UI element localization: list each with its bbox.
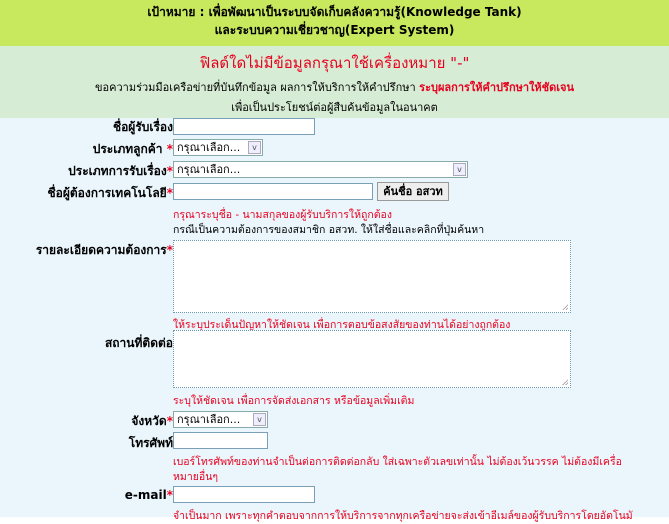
notice-line2-text: ขอความร่วมมือเครือข่ายที่บันทึกข้อมูล ผล… xyxy=(95,81,416,94)
request-form: ชื่อผู้รับเรื่อง ประเภทลูกค้า * กรุณาเลื… xyxy=(0,118,669,522)
receive-type-select[interactable]: กรุณาเลือก... v xyxy=(173,161,468,178)
receiver-input[interactable] xyxy=(173,118,315,135)
province-select[interactable]: กรุณาเลือก... v xyxy=(173,411,268,428)
chevron-down-icon: v xyxy=(253,413,266,426)
phone-label: โทรศัพท์ xyxy=(129,434,173,453)
province-label: จังหวัด* xyxy=(131,412,173,431)
email-input[interactable] xyxy=(173,486,315,503)
phone-hint: เบอร์โทรศัพท์ของท่านจำเป็นต่อการติดต่อกล… xyxy=(173,456,622,468)
notice-line2: ขอความร่วมมือเครือข่ายที่บันทึกข้อมูล ผล… xyxy=(0,78,669,96)
tech-requester-label-text: ชื่อผู้ต้องการเทคโนโลยี xyxy=(47,186,167,200)
notice-title: ฟิลด์ใดไม่มีข้อมูลกรุณาใช้เครื่องหมาย "-… xyxy=(199,54,470,72)
details-label-text: รายละเอียดความต้องการ xyxy=(35,243,167,257)
goal-line2: และระบบความเชี่ยวชาญ(Expert System) xyxy=(214,23,455,37)
notice-line2-emphasis: ระบุผลการให้คำปรึกษาให้ชัดเจน xyxy=(419,81,574,94)
province-value: กรุณาเลือก... xyxy=(177,413,241,426)
notice-line3: เพื่อเป็นประโยชน์ต่อผู้สืบค้นข้อมูลในอนา… xyxy=(231,101,438,114)
tech-requester-label: ชื่อผู้ต้องการเทคโนโลยี* xyxy=(48,184,174,203)
resize-grip-icon[interactable] xyxy=(562,379,568,385)
chevron-down-icon: v xyxy=(248,141,261,154)
receiver-label-text: ชื่อผู้รับเรื่อง xyxy=(112,120,173,134)
receive-type-label-text: ประเภทการรับเรื่อง xyxy=(68,164,167,178)
tech-requester-input[interactable] xyxy=(173,183,373,200)
phone-label-text: โทรศัพท์ xyxy=(128,436,173,450)
phone-input[interactable] xyxy=(173,432,268,449)
details-textarea[interactable] xyxy=(173,240,571,313)
address-hint: ระบุให้ชัดเจน เพื่อการจัดส่งเอกสาร หรือข… xyxy=(173,395,415,407)
email-label: e-mail* xyxy=(125,488,173,502)
province-label-text: จังหวัด xyxy=(131,414,167,428)
customer-type-value: กรุณาเลือก... xyxy=(177,141,241,154)
customer-type-label-text: ประเภทลูกค้า xyxy=(92,142,163,156)
resize-grip-icon[interactable] xyxy=(562,304,568,310)
chevron-down-icon: v xyxy=(453,163,466,176)
goal-line1: เป้าหมาย : เพื่อพัฒนาเป็นระบบจัดเก็บคลัง… xyxy=(147,5,522,19)
receive-type-value: กรุณาเลือก... xyxy=(177,163,241,176)
customer-type-label: ประเภทลูกค้า * xyxy=(93,140,173,159)
address-textarea[interactable] xyxy=(173,330,571,388)
address-label: สถานที่ติดต่อ xyxy=(105,334,173,353)
customer-type-select[interactable]: กรุณาเลือก... v xyxy=(173,139,263,156)
tech-hint-member: กรณีเป็นความต้องการของสมาชิก อสวท. ให้ใส… xyxy=(173,224,485,236)
receive-type-label: ประเภทการรับเรื่อง* xyxy=(68,162,173,181)
email-label-text: e-mail xyxy=(124,488,167,502)
email-hint: จำเป็นมาก เพราะทุกคำตอบจากการให้บริการจา… xyxy=(173,510,633,522)
receiver-label: ชื่อผู้รับเรื่อง xyxy=(113,118,173,137)
phone-hint-continued: หมายอื่นๆ xyxy=(173,471,219,483)
notice-box: ฟิลด์ใดไม่มีข้อมูลกรุณาใช้เครื่องหมาย "-… xyxy=(0,46,669,118)
goal-banner: เป้าหมาย : เพื่อพัฒนาเป็นระบบจัดเก็บคลัง… xyxy=(0,0,669,46)
search-member-button[interactable]: ค้นชื่อ อสวท xyxy=(377,182,449,201)
details-label: รายละเอียดความต้องการ* xyxy=(36,241,173,260)
address-label-text: สถานที่ติดต่อ xyxy=(104,336,173,350)
